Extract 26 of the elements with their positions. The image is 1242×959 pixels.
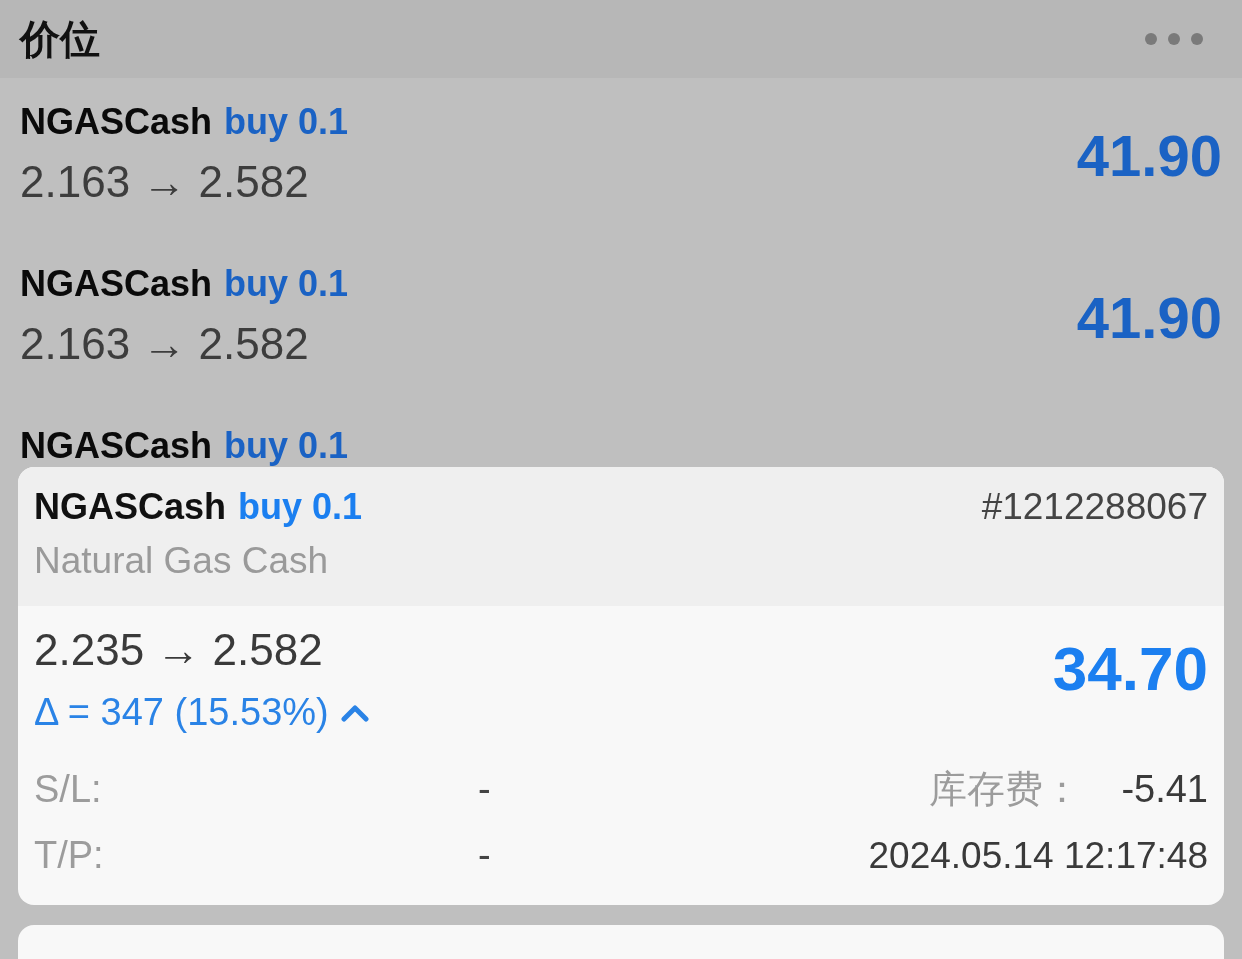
stop-loss-label: S/L:: [34, 769, 103, 812]
order-type: buy 0.1: [224, 264, 349, 304]
symbol-name: NGASCash: [20, 102, 213, 142]
ticket-number: #1212288067: [981, 487, 1208, 528]
price-change: Δ = 347 (15.53%): [34, 692, 329, 735]
order-type: buy 0.1: [224, 426, 349, 466]
swap-value: -5.41: [1121, 769, 1208, 812]
swap-label: 库存费：: [929, 769, 1082, 812]
take-profit-label: T/P:: [34, 835, 105, 878]
more-icon[interactable]: [1144, 32, 1204, 46]
profit-value: 41.90: [1076, 127, 1222, 185]
order-type: buy 0.1: [224, 102, 349, 142]
symbol-description: Natural Gas Cash: [34, 540, 330, 582]
profit-value: 41.90: [1076, 289, 1222, 347]
price-range: 2.235 → 2.582: [34, 626, 324, 675]
symbol-name: NGASCash: [34, 487, 227, 527]
symbol-name: NGASCash: [20, 426, 213, 466]
open-time: 2024.05.14 12:17:48: [868, 835, 1208, 877]
stop-loss-value: -: [478, 769, 491, 812]
take-profit-value: -: [478, 835, 491, 878]
header-title: 价位: [20, 19, 100, 59]
order-type: buy 0.1: [238, 487, 363, 527]
price-range: 2.163 → 2.582: [20, 319, 310, 368]
symbol-name: NGASCash: [20, 264, 213, 304]
profit-value: 34.70: [1052, 638, 1208, 700]
price-range: 2.163 → 2.582: [20, 157, 310, 206]
